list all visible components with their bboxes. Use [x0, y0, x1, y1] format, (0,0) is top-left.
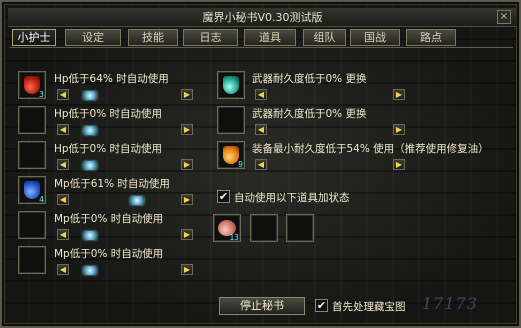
- left-arrow-icon[interactable]: ◀: [255, 159, 267, 170]
- left-arrow-icon[interactable]: ◀: [57, 89, 69, 100]
- buff-item-slot-1[interactable]: 13: [213, 214, 241, 242]
- gem-icon: [83, 161, 97, 170]
- close-icon[interactable]: ×: [497, 10, 511, 24]
- repair-rule-label: 装备最小耐久度低于54% 使用（推荐使用修复油）: [252, 143, 489, 155]
- left-arrow-icon[interactable]: ◀: [57, 124, 69, 135]
- slot-count: 9: [238, 160, 243, 169]
- window-title: 魔界小秘书V0.30测试版: [202, 11, 323, 24]
- slot-count: 3: [39, 90, 44, 99]
- right-arrow-icon[interactable]: ▶: [393, 89, 405, 100]
- right-arrow-icon[interactable]: ▶: [181, 124, 193, 135]
- right-arrow-icon[interactable]: ▶: [181, 194, 193, 205]
- hp-potion-slot-1[interactable]: 3: [18, 71, 46, 99]
- left-arrow-icon[interactable]: ◀: [57, 264, 69, 275]
- left-arrow-icon[interactable]: ◀: [57, 159, 69, 170]
- left-arrow-icon[interactable]: ◀: [255, 124, 267, 135]
- hp-rule-1-label: Hp低于64% 时自动使用: [54, 73, 169, 85]
- right-arrow-icon[interactable]: ▶: [181, 229, 193, 240]
- hp-rule-2-label: Hp低于0% 时自动使用: [54, 108, 163, 120]
- buff-item-slot-2[interactable]: [250, 214, 278, 242]
- mp-rule-1-label: Mp低于61% 时自动使用: [54, 178, 170, 190]
- hp-potion-icon: [24, 76, 40, 94]
- tab-skills[interactable]: 技能: [128, 29, 178, 46]
- tab-nurse[interactable]: 小护士: [12, 29, 56, 46]
- hp-potion-slot-2[interactable]: [18, 106, 46, 134]
- auto-use-label: 自动使用以下道具加状态: [234, 192, 350, 204]
- tab-log[interactable]: 日志: [183, 29, 238, 46]
- mp-potion-icon: [24, 181, 40, 199]
- gem-icon: [130, 196, 144, 205]
- tab-waypoints[interactable]: 路点: [406, 29, 456, 46]
- weapon-rule-1-label: 武器耐久度低于0% 更换: [252, 73, 367, 85]
- stop-button[interactable]: 停止秘书: [219, 297, 305, 315]
- gem-icon: [83, 126, 97, 135]
- tab-items[interactable]: 道具: [244, 29, 296, 46]
- mp-rule-3-label: Mp低于0% 时自动使用: [54, 248, 164, 260]
- weapon-rule-2-label: 武器耐久度低于0% 更换: [252, 108, 367, 120]
- app-window: 魔界小秘书V0.30测试版 × 小护士 设定 技能 日志 道具 组队 国战 路点…: [0, 0, 521, 328]
- tab-guild-war[interactable]: 国战: [350, 29, 400, 46]
- hp-potion-slot-3[interactable]: [18, 141, 46, 169]
- mp-potion-slot-3[interactable]: [18, 246, 46, 274]
- treasure-map-checkbox[interactable]: ✔: [315, 299, 328, 312]
- treasure-map-label: 首先处理藏宝图: [332, 301, 406, 313]
- hp-rule-3-label: Hp低于0% 时自动使用: [54, 143, 163, 155]
- right-arrow-icon[interactable]: ▶: [181, 264, 193, 275]
- weapon-oil-icon: [223, 76, 239, 94]
- repair-slot[interactable]: 9: [217, 141, 245, 169]
- gem-icon: [83, 266, 97, 275]
- slot-count: 13: [229, 233, 239, 242]
- weapon-slot-1[interactable]: [217, 71, 245, 99]
- right-arrow-icon[interactable]: ▶: [393, 124, 405, 135]
- left-arrow-icon[interactable]: ◀: [255, 89, 267, 100]
- mp-potion-slot-2[interactable]: [18, 211, 46, 239]
- auto-use-checkbox[interactable]: ✔: [217, 190, 230, 203]
- right-arrow-icon[interactable]: ▶: [181, 159, 193, 170]
- title-bar[interactable]: 魔界小秘书V0.30测试版 ×: [8, 8, 517, 27]
- left-arrow-icon[interactable]: ◀: [57, 194, 69, 205]
- gem-icon: [83, 91, 97, 100]
- nurse-panel: 3 Hp低于64% 时自动使用 ◀ ▶ Hp低于0% 时自动使用 ◀ ▶ Hp低…: [10, 47, 513, 294]
- gem-icon: [83, 231, 97, 240]
- slot-count: 4: [39, 195, 44, 204]
- tab-settings[interactable]: 设定: [65, 29, 121, 46]
- buff-item-slot-3[interactable]: [286, 214, 314, 242]
- watermark-logo: 17173: [422, 294, 478, 313]
- right-arrow-icon[interactable]: ▶: [393, 159, 405, 170]
- left-arrow-icon[interactable]: ◀: [57, 229, 69, 240]
- repair-oil-icon: [223, 146, 239, 164]
- right-arrow-icon[interactable]: ▶: [181, 89, 193, 100]
- mp-potion-slot-1[interactable]: 4: [18, 176, 46, 204]
- mp-rule-2-label: Mp低于0% 时自动使用: [54, 213, 164, 225]
- weapon-slot-2[interactable]: [217, 106, 245, 134]
- tab-party[interactable]: 组队: [303, 29, 346, 46]
